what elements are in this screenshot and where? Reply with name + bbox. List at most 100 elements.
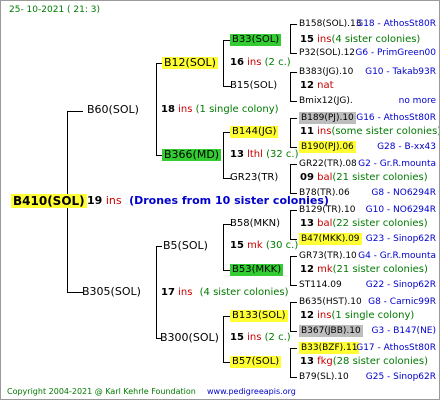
gen4-info: G25 - Sinop62R (365, 372, 436, 382)
gen2-node[interactable]: B300(SOL) (160, 332, 219, 344)
connector-line (290, 348, 291, 377)
sire-ins: ins (178, 104, 193, 115)
gen3-count: 15 (300, 34, 314, 45)
sire-summary: 18 ins (1 single colony) (161, 104, 279, 116)
gen2-note: (2 c.) (264, 332, 291, 343)
gen3-node[interactable]: B133(SOL) (230, 310, 288, 322)
gen4-node[interactable]: B189(PJ).10 (299, 112, 356, 124)
gen2-node[interactable]: B12(SOL) (162, 57, 218, 69)
gen4-info: G17 - AthosSt80R (356, 343, 436, 353)
pedigree-chart: 25- 10-2021 ( 21: 3) B410(SOL) 19 ins (D… (0, 0, 440, 400)
gen3-node[interactable]: B58(MKN) (230, 218, 280, 230)
gen3-summary: 13 fkg(28 sister colonies) (300, 356, 428, 368)
dam-summary: 17 ins (4 sister colonies) (161, 287, 289, 299)
connector-line (67, 111, 83, 112)
gen3-count: 13 (300, 356, 314, 367)
gen4-info: G4 - Gr.R.mounta (358, 251, 436, 261)
connector-line (290, 164, 297, 165)
connector-line (223, 132, 224, 178)
gen3-summary: 13 bal(22 sister colonies) (300, 218, 428, 230)
gen2-ins: ins (247, 332, 262, 343)
gen3-summary: 12 mk(21 sister colonies) (300, 264, 428, 276)
gen4-info: G3 - B147(NE) (371, 326, 436, 336)
gen3-node[interactable]: B57(SOL) (230, 356, 282, 368)
gen4-node[interactable]: B78(TR).06 (299, 187, 350, 199)
connector-line (290, 118, 291, 147)
gen3-summary: 09 bal(21 sister colonies) (300, 172, 428, 184)
gen3-summary: 15 ins(4 sister colonies) (300, 34, 420, 46)
root-ins: ins (105, 194, 122, 207)
connector-line (290, 24, 297, 25)
gen4-info: G28 - B-xx43 (377, 142, 436, 152)
gen2-count: 15 (230, 332, 244, 343)
gen2-ins: ins (247, 57, 262, 68)
connector-line (290, 24, 291, 53)
connector-line (290, 210, 297, 211)
connector-line (156, 63, 157, 155)
gen3-node[interactable]: B144(JG) (230, 126, 279, 138)
gen3-count: 12 (300, 80, 314, 91)
gen4-node[interactable]: B129(TR).10 (299, 204, 355, 216)
gen3-node[interactable]: GR23(TR) (230, 172, 278, 184)
gen2-node[interactable]: B366(MD) (162, 149, 222, 161)
sire-note: (1 single colony) (195, 104, 279, 115)
gen3-node[interactable]: B33(SOL) (230, 34, 282, 46)
gen4-info: G2 - Gr.R.mounta (358, 159, 436, 169)
gen4-node[interactable]: GR22(TR).08 (299, 158, 357, 170)
dam-count: 17 (161, 287, 175, 298)
gen4-info: G23 - Sinop62R (365, 234, 436, 244)
gen2-ins: mk (247, 240, 263, 251)
connector-line (156, 246, 162, 247)
connector-line (290, 331, 297, 332)
gen3-ins: mk (317, 264, 333, 275)
sire-node[interactable]: B60(SOL) (87, 104, 139, 116)
gen4-node[interactable]: B158(SOL).13 (299, 18, 362, 30)
gen4-node[interactable]: B635(HST).10 (299, 296, 362, 308)
gen3-node[interactable]: B15(SOL) (230, 80, 277, 92)
gen4-info: G16 - AthosSt80R (356, 113, 436, 123)
connector-line (223, 40, 224, 86)
dam-ins: ins (178, 287, 193, 298)
gen3-ins: ins (317, 34, 332, 45)
gen2-count: 13 (230, 149, 244, 160)
root-queen[interactable]: B410(SOL) (11, 194, 87, 208)
gen3-note: (1 single colony) (331, 310, 415, 321)
gen4-node[interactable]: B47(MKK).09 (299, 233, 362, 245)
gen4-node[interactable]: GR73(TR).10 (299, 250, 357, 262)
gen4-info: G22 - Sinop62R (365, 280, 436, 290)
connector-line (290, 101, 297, 102)
gen3-count: 11 (300, 126, 314, 137)
gen2-note: (2 c.) (264, 57, 291, 68)
connector-line (290, 210, 291, 239)
connector-line (290, 377, 297, 378)
connector-line (290, 256, 291, 285)
gen3-node[interactable]: B53(MKK) (230, 264, 284, 276)
gen4-info: G18 - AthosSt80R (356, 19, 436, 29)
gen4-node[interactable]: B367(JBB).10 (299, 325, 363, 337)
dam-node[interactable]: B305(SOL) (82, 286, 141, 298)
gen2-summary: 16 ins (2 c.) (230, 57, 291, 69)
footer-copyright: Copyright 2004-2021 @ Karl Kehrle Founda… (7, 387, 196, 396)
gen4-node[interactable]: Bmix12(JG). (299, 95, 353, 107)
footer-site-link[interactable]: www.pedigreeapis.org (207, 386, 296, 398)
gen4-info: G10 - Takab93R (365, 67, 436, 77)
connector-line (290, 302, 297, 303)
gen4-node[interactable]: B383(JG).10 (299, 66, 353, 78)
gen3-count: 09 (300, 172, 314, 183)
connector-line (290, 256, 297, 257)
gen3-note: (21 sister colonies) (332, 264, 428, 275)
gen4-info: G8 - Carnic99R (368, 297, 436, 307)
gen2-node[interactable]: B5(SOL) (163, 240, 208, 252)
connector-line (290, 72, 297, 73)
gen4-node[interactable]: ST114.09 (299, 279, 342, 291)
gen3-note: (21 sister colonies) (332, 172, 428, 183)
gen4-node[interactable]: B190(PJ).06 (299, 141, 356, 153)
gen4-node[interactable]: B33(BZF).11 (299, 342, 360, 354)
gen2-note: (32 c.) (266, 149, 299, 160)
gen4-info: G10 - NO6294R (365, 205, 436, 215)
gen4-node[interactable]: P32(SOL).12 (299, 47, 355, 59)
root-summary: 19 ins (Drones from 10 sister colonies) (87, 195, 329, 207)
gen4-node[interactable]: B79(SL).10 (299, 371, 349, 383)
gen3-ins: nat (317, 80, 334, 91)
gen2-note: (30 c.) (265, 240, 299, 251)
